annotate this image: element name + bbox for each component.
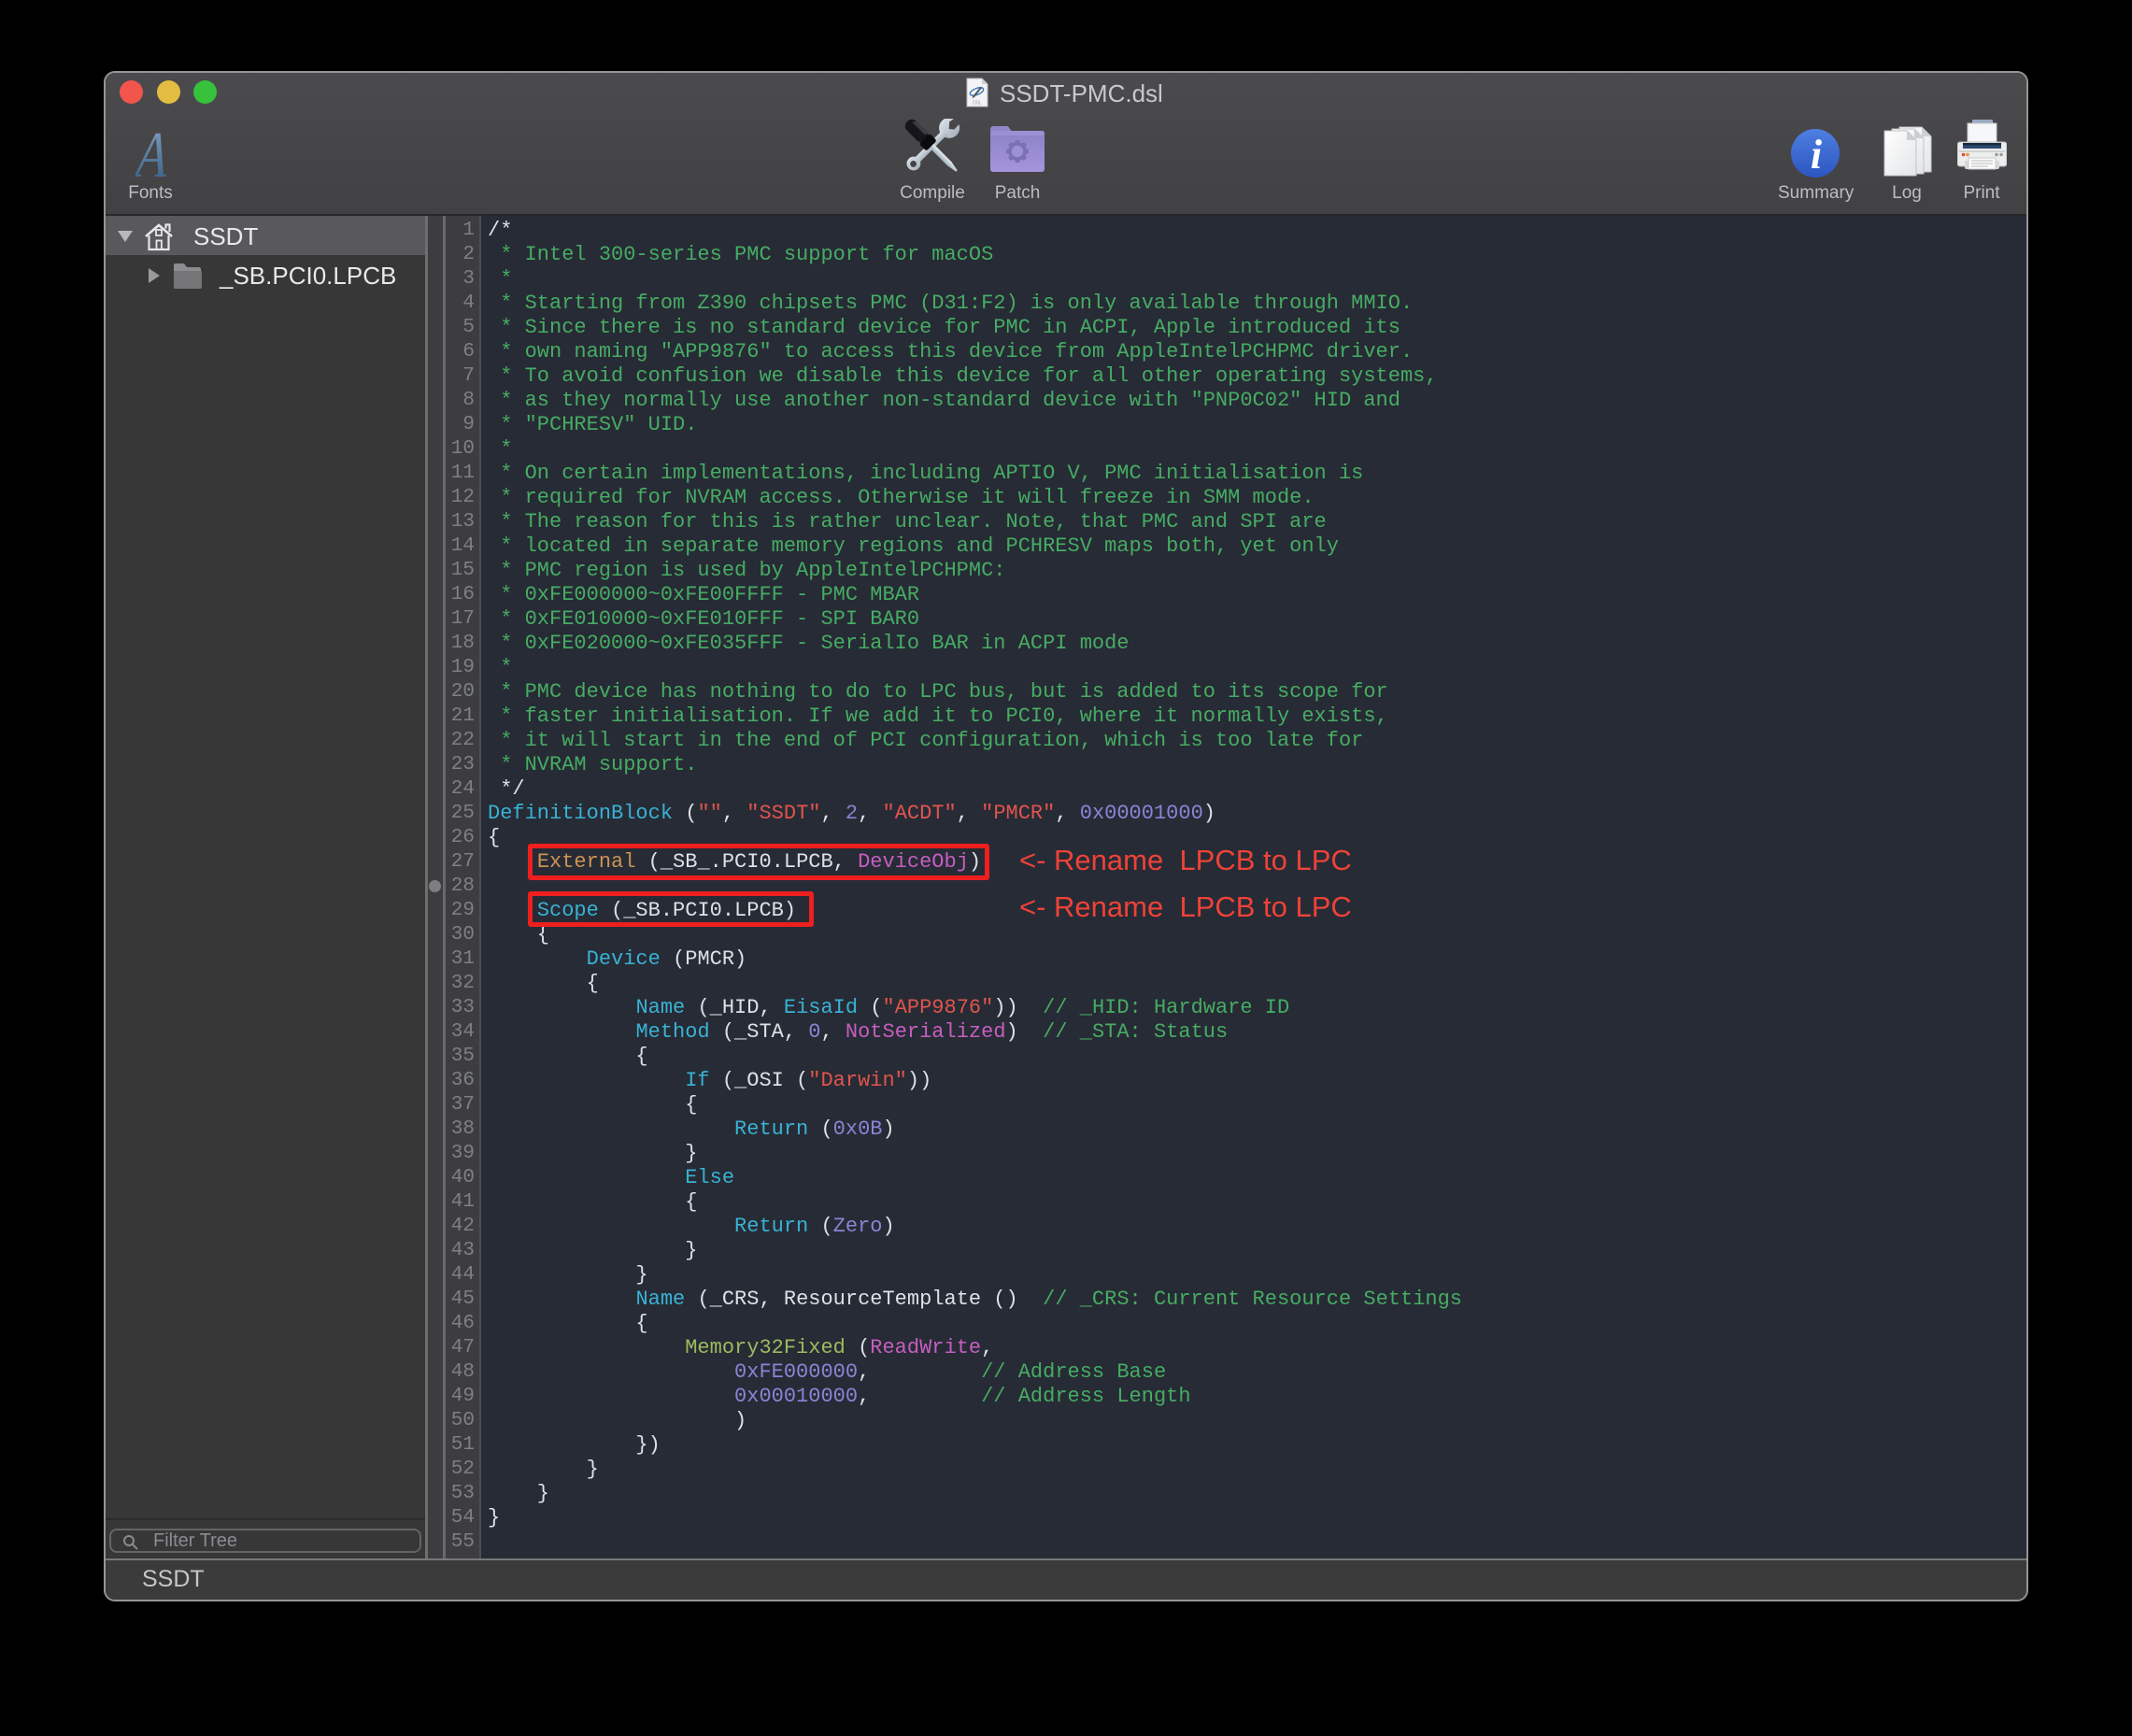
- svg-text:A: A: [135, 129, 169, 179]
- svg-text:i: i: [1811, 132, 1823, 178]
